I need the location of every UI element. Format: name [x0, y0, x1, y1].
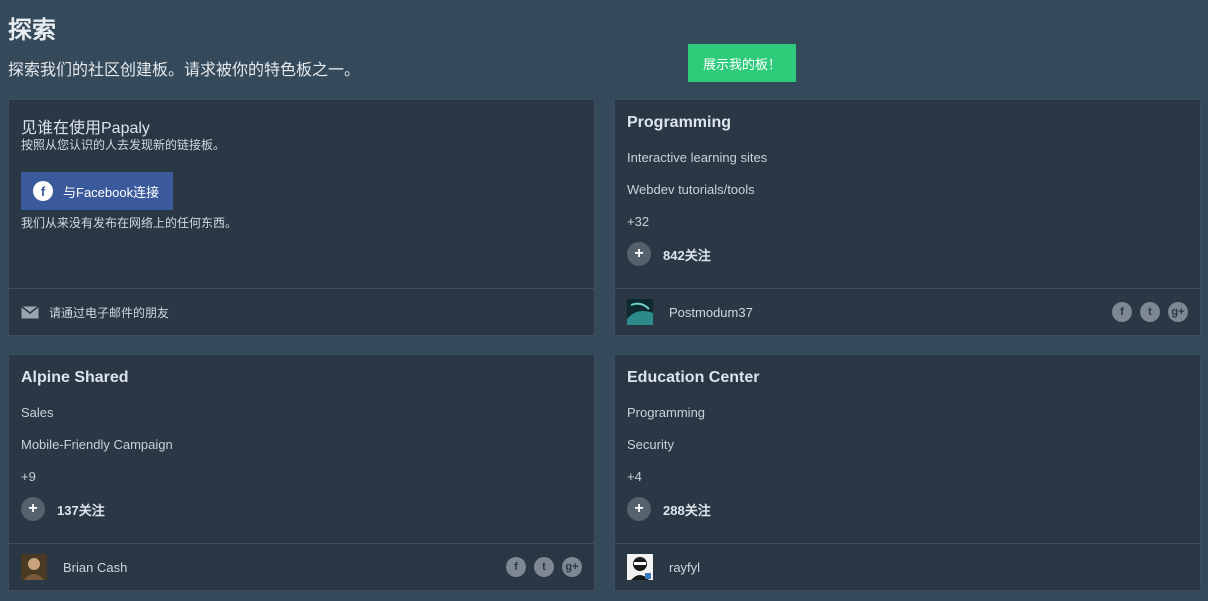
who-card-footer: 请通过电子邮件的朋友: [9, 288, 594, 335]
avatar[interactable]: [627, 299, 653, 325]
plus-icon[interactable]: +: [21, 497, 45, 521]
owner-name[interactable]: Brian Cash: [63, 560, 127, 575]
board-title[interactable]: Programming: [627, 114, 731, 132]
facebook-share-icon[interactable]: f: [1112, 302, 1132, 322]
who-card-subtitle: 按照从您认识的人去发现新的链接板。: [21, 138, 226, 152]
google-plus-share-icon[interactable]: g+: [562, 557, 582, 577]
page-title: 探索: [8, 17, 56, 44]
privacy-note: 我们从来没有发布在网络上的任何东西。: [21, 216, 238, 230]
board-footer: rayfyl: [615, 543, 1200, 590]
board-category[interactable]: Security: [627, 437, 674, 452]
board-footer: Brian Cash f t g+: [9, 543, 594, 590]
facebook-share-icon[interactable]: f: [506, 557, 526, 577]
board-more-count[interactable]: +4: [627, 469, 642, 484]
connect-facebook-label: 与Facebook连接: [63, 184, 160, 200]
page-subtitle: 探索我们的社区创建板。请求被你的特色板之一。: [8, 62, 361, 79]
follow-row: + 842关注: [627, 242, 711, 266]
board-card-alpine-shared[interactable]: Alpine Shared Sales Mobile-Friendly Camp…: [8, 354, 595, 591]
plus-icon[interactable]: +: [627, 497, 651, 521]
board-category[interactable]: Programming: [627, 405, 705, 420]
who-card-title: 见谁在使用Papaly: [21, 120, 150, 137]
envelope-icon: [21, 305, 39, 319]
share-buttons: f t g+: [1112, 302, 1188, 322]
owner-name[interactable]: Postmodum37: [669, 305, 753, 320]
board-title[interactable]: Education Center: [627, 369, 759, 387]
board-card-education-center[interactable]: Education Center Programming Security +4…: [614, 354, 1201, 591]
twitter-share-icon[interactable]: t: [534, 557, 554, 577]
board-footer: Postmodum37 f t g+: [615, 288, 1200, 335]
follow-count: 288关注: [663, 502, 711, 518]
board-more-count[interactable]: +9: [21, 469, 36, 484]
avatar[interactable]: [627, 554, 653, 580]
board-category[interactable]: Sales: [21, 405, 54, 420]
facebook-icon: f: [33, 181, 53, 201]
follow-count: 137关注: [57, 502, 105, 518]
board-category[interactable]: Mobile-Friendly Campaign: [21, 437, 173, 452]
showcase-my-board-button[interactable]: 展示我的板！: [688, 44, 796, 82]
owner-name[interactable]: rayfyl: [669, 560, 700, 575]
follow-row: + 137关注: [21, 497, 105, 521]
board-more-count[interactable]: +32: [627, 214, 649, 229]
follow-row: + 288关注: [627, 497, 711, 521]
google-plus-share-icon[interactable]: g+: [1168, 302, 1188, 322]
board-title[interactable]: Alpine Shared: [21, 369, 129, 387]
invite-by-email-label: 请通过电子邮件的朋友: [49, 305, 170, 320]
avatar[interactable]: [21, 554, 47, 580]
share-buttons: f t g+: [506, 557, 582, 577]
board-card-programming[interactable]: Programming Interactive learning sites W…: [614, 99, 1201, 336]
board-category[interactable]: Webdev tutorials/tools: [627, 182, 755, 197]
invite-by-email-link[interactable]: 请通过电子邮件的朋友: [21, 304, 169, 321]
follow-count: 842关注: [663, 247, 711, 263]
twitter-share-icon[interactable]: t: [1140, 302, 1160, 322]
who-is-using-card: 见谁在使用Papaly 按照从您认识的人去发现新的链接板。 f 与Faceboo…: [8, 99, 595, 336]
connect-facebook-button[interactable]: f 与Facebook连接: [21, 172, 173, 210]
board-category[interactable]: Interactive learning sites: [627, 150, 767, 165]
plus-icon[interactable]: +: [627, 242, 651, 266]
